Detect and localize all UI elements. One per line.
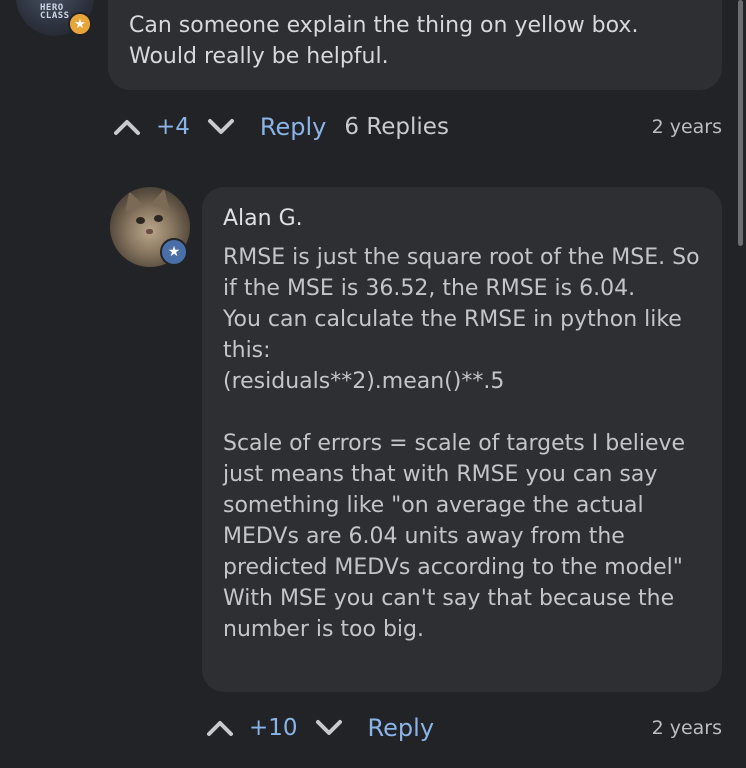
comment-timestamp: 2 years bbox=[651, 116, 722, 138]
reply-bubble: Alan G. RMSE is just the square root of … bbox=[202, 187, 722, 692]
reply-text: RMSE is just the square root of the MSE.… bbox=[223, 245, 700, 642]
comment-text: Can someone explain the thing on yellow … bbox=[129, 13, 639, 69]
reply-actions: +10 Reply 2 years bbox=[203, 708, 722, 748]
reply-button[interactable]: Reply bbox=[368, 714, 434, 742]
upvote-chevron-up-icon[interactable] bbox=[110, 110, 144, 144]
author-name[interactable]: Alan G. bbox=[223, 204, 704, 234]
scrollbar[interactable] bbox=[738, 0, 743, 246]
reply-button[interactable]: Reply bbox=[260, 113, 326, 141]
downvote-chevron-down-icon[interactable] bbox=[312, 711, 346, 745]
vote-count: +10 bbox=[249, 715, 298, 741]
comment-bubble: Can someone explain the thing on yellow … bbox=[108, 0, 722, 90]
star-icon: ★ bbox=[160, 238, 188, 266]
comment-thread: HERO CLASS ★ Can someone explain the thi… bbox=[0, 0, 746, 768]
vote-count: +4 bbox=[156, 114, 190, 140]
star-icon: ★ bbox=[68, 12, 92, 36]
downvote-chevron-down-icon[interactable] bbox=[204, 110, 238, 144]
avatar-shirt-text: HERO CLASS bbox=[40, 3, 70, 21]
view-replies-button[interactable]: 6 Replies bbox=[344, 114, 449, 140]
comment-actions: +4 Reply 6 Replies 2 years bbox=[110, 107, 722, 147]
reply-timestamp: 2 years bbox=[651, 717, 722, 739]
upvote-chevron-up-icon[interactable] bbox=[203, 711, 237, 745]
